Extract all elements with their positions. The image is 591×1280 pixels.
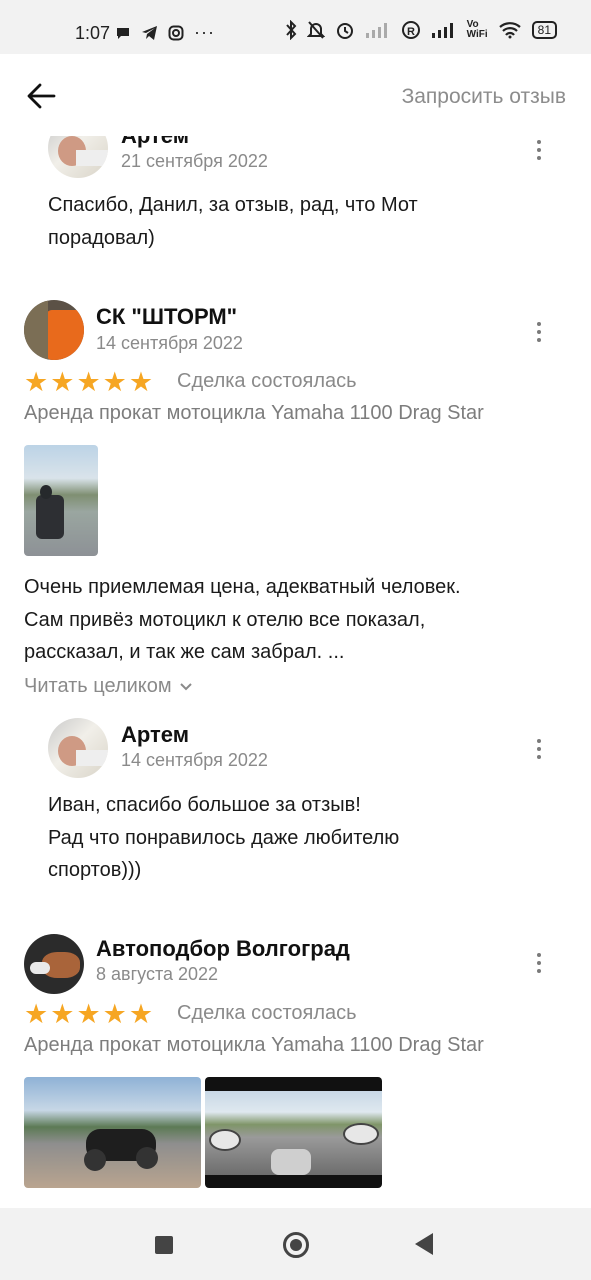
vowifi-icon: Vo WiFi — [466, 19, 488, 40]
star-icon: ★ — [24, 367, 49, 397]
more-menu-icon[interactable] — [537, 322, 543, 342]
back-triangle-icon[interactable] — [415, 1233, 433, 1255]
review-photo[interactable] — [24, 445, 98, 556]
r-icon: R — [401, 21, 420, 39]
rating-stars: ★ ★ ★ ★ ★ — [24, 369, 153, 396]
arrow-left-icon[interactable] — [26, 82, 56, 110]
recents-icon[interactable] — [155, 1236, 173, 1254]
status-time: 1:07 — [75, 23, 111, 43]
more-dots-icon: ··· — [194, 22, 215, 42]
reviewer-name[interactable]: СК "ШТОРМ" — [96, 304, 237, 330]
star-icon: ★ — [76, 367, 101, 397]
reply-text: Спасибо, Данил, за отзыв, рад, что Мот п… — [48, 194, 418, 249]
signal-icon — [365, 23, 387, 38]
chat-icon — [117, 27, 129, 39]
more-menu-icon[interactable] — [537, 953, 543, 973]
star-icon: ★ — [50, 999, 75, 1029]
request-review-button[interactable]: Запросить отзыв — [402, 85, 566, 109]
reviewer-name[interactable]: Автоподбор Волгоград — [96, 936, 350, 962]
star-icon: ★ — [102, 999, 127, 1029]
star-icon: ★ — [128, 367, 154, 397]
reply-author: Артем — [121, 136, 189, 149]
star-icon: ★ — [128, 999, 154, 1029]
alarm-icon — [336, 23, 353, 39]
service-name: Аренда прокат мотоцикла Yamaha 1100 Drag… — [24, 1034, 484, 1056]
review-photo[interactable] — [24, 1077, 201, 1188]
star-icon: ★ — [102, 367, 127, 397]
battery-icon: 81 — [531, 21, 557, 39]
deal-status: Сделка состоялась — [177, 1002, 357, 1024]
review-photo[interactable] — [205, 1077, 382, 1188]
status-bar: 1:07 ··· R Vo WiFi 81 — [0, 0, 591, 54]
svg-text:R: R — [407, 26, 415, 38]
avatar[interactable] — [24, 300, 84, 360]
more-menu-icon[interactable] — [537, 140, 543, 160]
star-icon: ★ — [50, 367, 75, 397]
reply-date: 14 сентября 2022 — [121, 750, 268, 770]
star-icon: ★ — [76, 999, 101, 1029]
read-more-link[interactable]: Читать целиком — [24, 675, 193, 698]
rating-stars: ★ ★ ★ ★ ★ — [24, 1001, 153, 1028]
deal-status: Сделка состоялась — [177, 370, 357, 392]
avatar[interactable] — [24, 934, 84, 994]
reply-date: 21 сентября 2022 — [121, 151, 268, 171]
chevron-down-icon — [180, 683, 192, 691]
mute-icon — [306, 21, 325, 39]
app-bar: Запросить отзыв — [0, 54, 591, 136]
review-text: Очень приемлемая цена, адекватный челове… — [24, 576, 461, 663]
signal-icon — [431, 23, 453, 38]
reply-text: Иван, спасибо большое за отзыв! Рад что … — [48, 794, 400, 881]
system-nav-bar — [0, 1208, 591, 1280]
avatar — [48, 136, 108, 178]
telegram-icon — [142, 25, 157, 40]
home-icon[interactable] — [283, 1232, 309, 1258]
bluetooth-icon — [285, 20, 296, 40]
review-date: 14 сентября 2022 — [96, 333, 243, 353]
instagram-icon — [168, 25, 184, 40]
wifi-icon — [498, 22, 521, 39]
service-name: Аренда прокат мотоцикла Yamaha 1100 Drag… — [24, 402, 484, 424]
review-date: 8 августа 2022 — [96, 964, 219, 984]
more-menu-icon[interactable] — [537, 739, 543, 759]
star-icon: ★ — [24, 999, 49, 1029]
avatar — [48, 718, 108, 778]
reply-author: Артем — [121, 722, 190, 747]
reviews-list[interactable]: Артем 21 сентября 2022 Спасибо, Данил, з… — [0, 136, 591, 1208]
